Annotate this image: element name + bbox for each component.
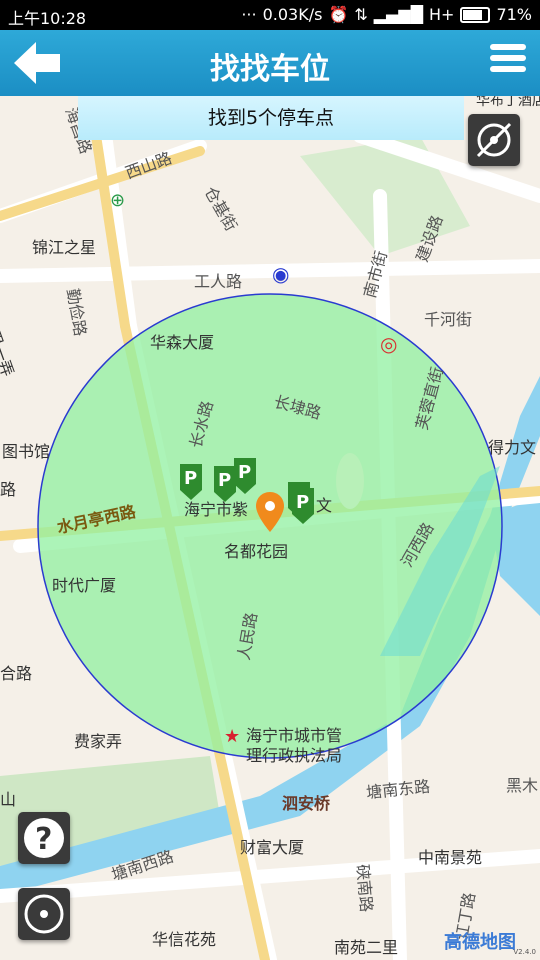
battery-percent: 71%	[496, 5, 532, 24]
government-icon: ★	[224, 726, 241, 747]
network-speed: 0.03K/s	[262, 5, 323, 24]
bus-station-icon: ◉	[272, 262, 290, 286]
menu-icon	[490, 44, 526, 50]
parking-pin-icon[interactable]: P	[290, 486, 316, 526]
poi-siqiao[interactable]: 泗安桥	[282, 790, 330, 814]
poi-fei[interactable]: 费家弄	[74, 728, 122, 752]
location-pin-icon	[256, 492, 284, 532]
target-icon	[24, 894, 64, 934]
poi-caifu[interactable]: 财富大厦	[240, 834, 304, 858]
poi-lu[interactable]: 路	[0, 476, 16, 500]
poi-huafu[interactable]: 华布丁酒店	[476, 96, 540, 110]
alarm-icon: ⏰	[328, 5, 349, 24]
svg-text:P: P	[184, 468, 197, 489]
poi-mingdu[interactable]: 名都花园	[224, 538, 288, 562]
poi-jinjiang[interactable]: 锦江之星	[32, 234, 96, 258]
signal-icon: ▂▄▆█	[373, 5, 423, 24]
road-heimu: 黑木	[506, 776, 539, 795]
poi-huasen[interactable]: 华森大厦	[150, 329, 214, 353]
status-time: 上午10:28	[8, 9, 87, 28]
data-arrows-icon: ⇅	[354, 5, 368, 24]
map-brand-logo: 高德地图	[444, 932, 516, 953]
road-gongren: 工人路	[194, 272, 243, 291]
svg-text:P: P	[238, 462, 251, 483]
road-qianhe: 千河街	[424, 310, 473, 329]
status-right: ··· 0.03K/s ⏰ ⇅ ▂▄▆█ H+ 71%	[241, 5, 532, 24]
road-tingnan: 硖南路	[352, 863, 377, 913]
svg-text:P: P	[296, 492, 309, 513]
app-header: 找找车位	[0, 30, 540, 96]
compass-icon	[476, 122, 512, 158]
map-version: V2.4.0	[513, 948, 536, 956]
network-type: H+	[429, 5, 455, 24]
parking-pin-icon[interactable]: P	[232, 456, 258, 496]
poi-shan[interactable]: 山	[0, 786, 16, 810]
svg-text:P: P	[218, 470, 231, 491]
svg-text:?: ?	[35, 822, 52, 857]
poi-shidai[interactable]: 时代广厦	[52, 572, 116, 596]
poi-zhongnan[interactable]: 中南景苑	[418, 844, 482, 868]
map-view[interactable]: 锦江之星 华森大厦 图书馆 时代广厦 名都花园 海宁市紫 文 海宁市城市管 理行…	[0, 96, 540, 960]
poi-library[interactable]: 图书馆	[2, 438, 50, 462]
hospital-icon: ⊕	[110, 190, 126, 211]
poi-hmu[interactable]: 合路	[0, 660, 32, 684]
poi-wen[interactable]: 文	[316, 492, 332, 516]
poi-huaxin[interactable]: 华信花苑	[152, 926, 216, 950]
poi-chengguan-2[interactable]: 理行政执法局	[246, 742, 342, 766]
page-title: 找找车位	[210, 52, 330, 87]
poi-delijwen[interactable]: 得力文	[488, 434, 536, 458]
result-banner: 找到5个停车点	[78, 96, 464, 140]
my-location-button[interactable]	[18, 888, 70, 940]
bank-icon: ◎	[380, 332, 398, 356]
help-button[interactable]: ?	[18, 812, 70, 864]
help-icon: ?	[24, 818, 64, 858]
more-dots-icon: ···	[241, 5, 257, 24]
menu-button[interactable]	[490, 44, 526, 80]
poi-nanyuan[interactable]: 南苑二里	[334, 934, 398, 958]
battery-icon	[460, 6, 491, 23]
parking-pin-icon[interactable]: P	[178, 462, 204, 502]
status-bar: 上午10:28 ··· 0.03K/s ⏰ ⇅ ▂▄▆█ H+ 71%	[0, 0, 540, 30]
locate-compass-button[interactable]	[468, 114, 520, 166]
